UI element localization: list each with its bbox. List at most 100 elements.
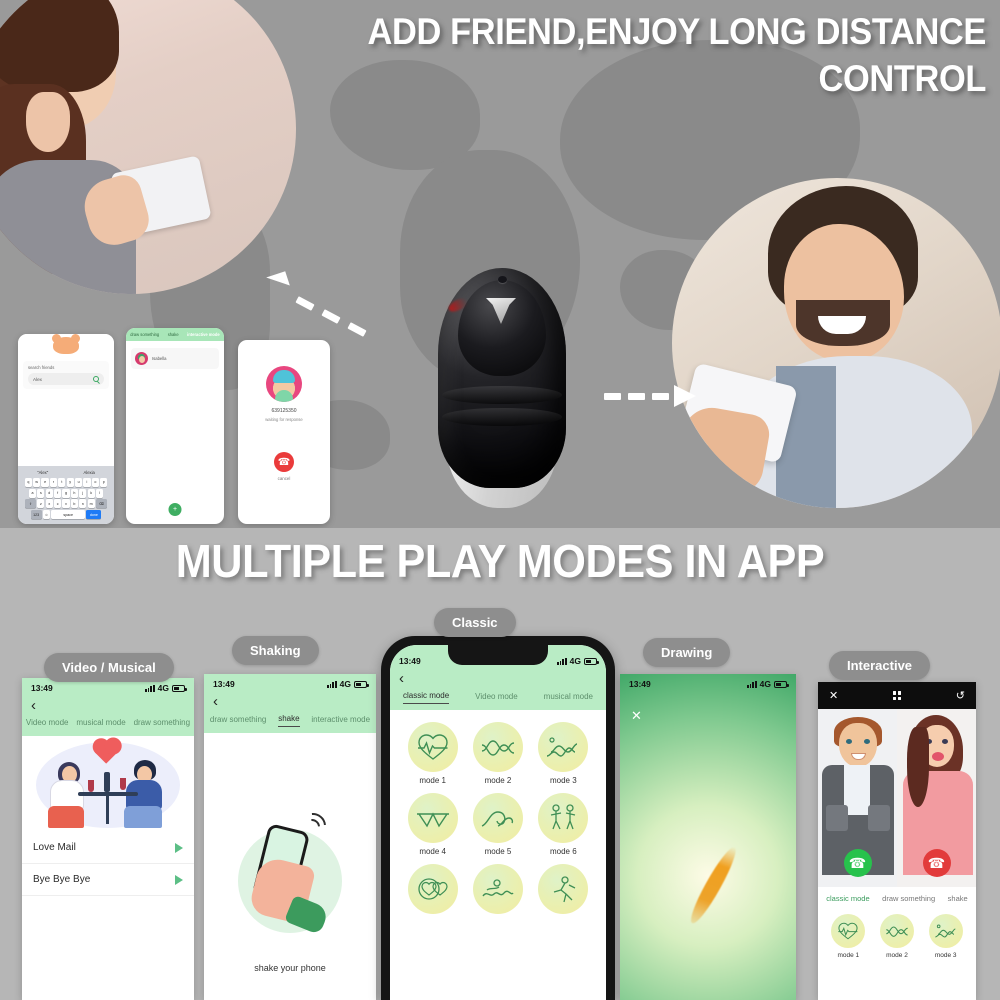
mode-cell[interactable]: mode 2 xyxy=(873,914,922,959)
tab-shake[interactable]: shake xyxy=(948,894,968,903)
key-x[interactable]: x xyxy=(45,499,53,509)
key-p[interactable]: p xyxy=(100,477,108,487)
play-icon[interactable] xyxy=(175,874,183,885)
key-s[interactable]: s xyxy=(37,488,45,498)
mode-cell[interactable]: mode 1 xyxy=(824,914,873,959)
friends-tabs[interactable]: draw something shake interactive mode xyxy=(126,328,224,341)
friends-tab-draw[interactable]: draw something xyxy=(130,332,159,337)
close-icon[interactable]: ✕ xyxy=(631,708,642,724)
key-shift[interactable]: ⇧ xyxy=(25,499,37,509)
mode-cell[interactable]: mode 5 xyxy=(465,793,530,856)
interactive-mode-grid[interactable]: mode 1 mode 2 mode 3 xyxy=(818,908,976,959)
key-emoji[interactable]: ☺ xyxy=(42,510,50,520)
tab-draw-something[interactable]: draw something xyxy=(134,718,190,730)
key-y[interactable]: y xyxy=(66,477,74,487)
chevron-left-icon[interactable]: ‹ xyxy=(22,695,194,718)
ios-keyboard[interactable]: "Alex" Alexia q w e r t y u i o p a s d … xyxy=(18,465,114,524)
phone-hangup-icon[interactable]: ☎ xyxy=(274,452,294,472)
mode-cell[interactable]: mode 4 xyxy=(400,793,465,856)
video-musical-tabs[interactable]: Video mode musical mode draw something xyxy=(22,718,194,736)
key-k[interactable]: k xyxy=(87,488,95,498)
magnifier-icon[interactable] xyxy=(93,376,99,382)
mode-cell[interactable] xyxy=(531,864,596,918)
video-call-topbar[interactable]: ✕ ↺ xyxy=(818,682,976,709)
chevron-left-icon[interactable]: ‹ xyxy=(390,668,606,691)
tab-video-mode[interactable]: Video mode xyxy=(26,718,69,730)
grid-icon[interactable] xyxy=(892,691,902,700)
search-input[interactable]: Alex xyxy=(28,373,104,385)
key-l[interactable]: l xyxy=(95,488,104,498)
chevron-left-icon[interactable]: ‹ xyxy=(204,691,376,714)
phone-decline-icon[interactable]: ☎ xyxy=(922,849,951,877)
mode-cell[interactable] xyxy=(400,864,465,918)
pill-interactive[interactable]: Interactive xyxy=(829,651,931,680)
keyboard-row-2[interactable]: a s d f g h j k l xyxy=(20,488,113,498)
key-done[interactable]: done xyxy=(86,510,102,520)
key-m[interactable]: m xyxy=(87,499,95,509)
key-b[interactable]: b xyxy=(70,499,78,509)
key-j[interactable]: j xyxy=(79,488,87,498)
tab-classic-mode[interactable]: classic mode xyxy=(826,894,869,903)
key-v[interactable]: v xyxy=(62,499,70,509)
key-c[interactable]: c xyxy=(54,499,62,509)
shaking-tabs[interactable]: draw something shake interactive mode xyxy=(204,714,376,733)
key-r[interactable]: r xyxy=(49,477,58,487)
add-friend-fab[interactable]: + xyxy=(168,503,182,516)
suggestion-1[interactable]: Alexia xyxy=(83,470,94,475)
keyboard-suggestions[interactable]: "Alex" Alexia xyxy=(20,468,113,478)
friends-tab-interactive[interactable]: interactive mode xyxy=(187,332,220,337)
key-t[interactable]: t xyxy=(58,477,66,487)
friends-tab-shake[interactable]: shake xyxy=(168,332,179,337)
mode-cell[interactable]: mode 2 xyxy=(465,722,530,785)
pill-classic[interactable]: Classic xyxy=(434,608,516,637)
pill-video-musical[interactable]: Video / Musical xyxy=(44,653,174,682)
mode-cell[interactable]: mode 3 xyxy=(531,722,596,785)
key-f[interactable]: f xyxy=(54,488,62,498)
phone-accept-icon[interactable]: ☎ xyxy=(843,849,872,877)
tab-video-mode[interactable]: Video mode xyxy=(475,692,518,704)
interactive-tabs[interactable]: classic mode draw something shake xyxy=(818,887,976,908)
keyboard-row-3[interactable]: ⇧ z x c v b n m ⌫ xyxy=(20,499,113,509)
keyboard-row-1[interactable]: q w e r t y u i o p xyxy=(20,477,113,487)
mode-cell[interactable]: mode 3 xyxy=(921,914,970,959)
key-e[interactable]: e xyxy=(41,477,49,487)
tab-classic-mode[interactable]: classic mode xyxy=(402,691,450,704)
track-list-item[interactable]: Love Mail xyxy=(22,832,194,864)
key-z[interactable]: z xyxy=(37,499,45,509)
close-icon[interactable]: ✕ xyxy=(829,689,838,702)
key-a[interactable]: a xyxy=(28,488,37,498)
key-h[interactable]: h xyxy=(70,488,78,498)
classic-mode-grid[interactable]: mode 1 mode 2 mode 3 mode 4 mode 5 mode … xyxy=(390,710,606,918)
key-u[interactable]: u xyxy=(74,477,83,487)
key-n[interactable]: n xyxy=(79,499,87,509)
contact-list-item[interactable]: Isabella xyxy=(131,348,219,369)
tab-musical-mode[interactable]: musical mode xyxy=(544,692,593,704)
tab-musical-mode[interactable]: musical mode xyxy=(76,718,125,730)
keyboard-row-4[interactable]: 123 ☺ space done xyxy=(20,510,113,520)
tab-shake[interactable]: shake xyxy=(278,714,300,727)
key-d[interactable]: d xyxy=(45,488,53,498)
tab-draw-something[interactable]: draw something xyxy=(882,894,935,903)
tab-draw-something[interactable]: draw something xyxy=(210,715,266,727)
key-backspace[interactable]: ⌫ xyxy=(95,499,107,509)
key-numeric[interactable]: 123 xyxy=(30,510,42,520)
classic-tabs[interactable]: classic mode Video mode musical mode xyxy=(390,691,606,710)
play-icon[interactable] xyxy=(175,842,183,853)
key-space[interactable]: space xyxy=(51,510,86,520)
tab-interactive-mode[interactable]: interactive mode xyxy=(311,715,370,727)
cancel-call-label[interactable]: cancel xyxy=(238,476,330,481)
key-i[interactable]: i xyxy=(83,477,91,487)
key-w[interactable]: w xyxy=(33,477,41,487)
drawing-canvas[interactable]: 13:49 4G ✕ xyxy=(620,674,796,1000)
key-o[interactable]: o xyxy=(91,477,99,487)
mode-cell[interactable] xyxy=(465,864,530,918)
pill-drawing[interactable]: Drawing xyxy=(643,638,731,667)
mode-cell[interactable]: mode 6 xyxy=(531,793,596,856)
key-g[interactable]: g xyxy=(62,488,70,498)
pill-shaking[interactable]: Shaking xyxy=(232,636,319,665)
mode-cell[interactable]: mode 1 xyxy=(400,722,465,785)
track-list-item[interactable]: Bye Bye Bye xyxy=(22,864,194,896)
key-q[interactable]: q xyxy=(24,477,32,487)
suggestion-0[interactable]: "Alex" xyxy=(37,470,48,475)
flip-camera-icon[interactable]: ↺ xyxy=(956,689,965,702)
